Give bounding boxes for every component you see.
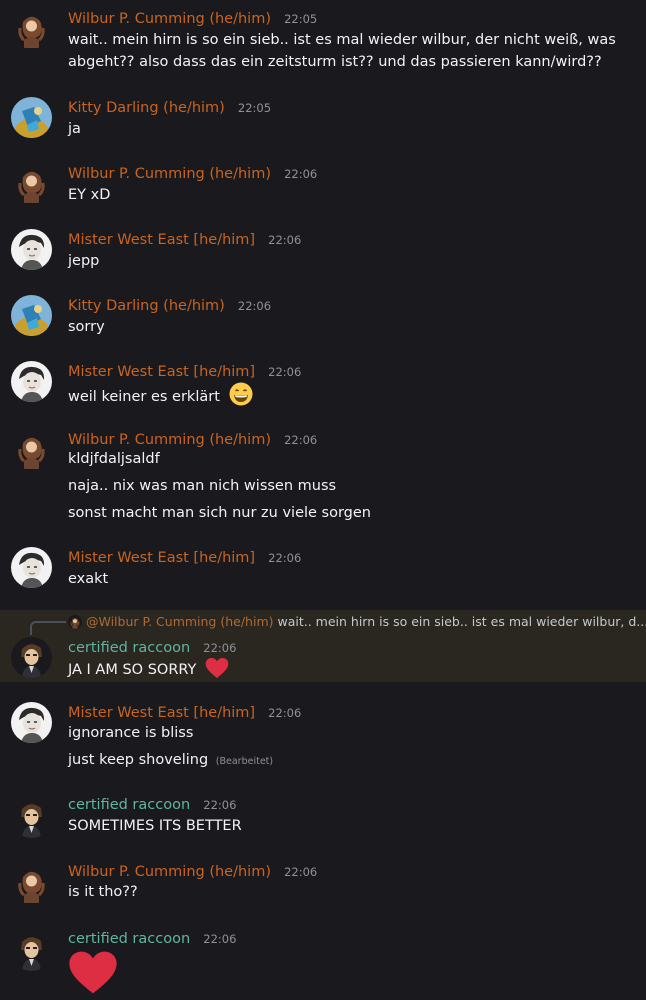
user-avatar[interactable]	[11, 97, 52, 138]
user-avatar[interactable]	[11, 8, 52, 49]
username[interactable]: Mister West East [he/him]	[68, 705, 255, 721]
edited-label: (Bearbeitet)	[215, 756, 274, 767]
username[interactable]: Wilbur P. Cumming (he/him)	[68, 11, 271, 27]
message-text: sorry	[68, 319, 105, 335]
timestamp: 22:06	[284, 865, 318, 879]
timestamp: 22:06	[203, 641, 237, 655]
timestamp: 22:06	[203, 798, 237, 812]
user-avatar[interactable]	[11, 229, 52, 270]
grinning-face-emoji	[229, 382, 253, 410]
user-avatar[interactable]	[11, 637, 52, 678]
chat-message[interactable]: certified raccoon 22:06	[0, 926, 646, 1000]
username[interactable]: Mister West East [he/him]	[68, 364, 255, 380]
chat-message[interactable]: Mister West East [he/him] 22:06 ignoranc…	[0, 682, 646, 790]
message-text: just keep shoveling	[68, 752, 209, 768]
message-text: JA I AM SO SORRY	[68, 662, 197, 678]
chat-message[interactable]: Mister West East [he/him] 22:06 exakt	[0, 540, 646, 610]
username[interactable]: Kitty Darling (he/him)	[68, 298, 225, 314]
username[interactable]: certified raccoon	[68, 931, 190, 947]
timestamp: 22:06	[237, 299, 272, 313]
chat-message[interactable]: Mister West East [he/him] 22:06 jepp	[0, 222, 646, 288]
user-avatar[interactable]	[11, 863, 52, 904]
timestamp: 22:05	[284, 12, 318, 26]
message-text: ignorance is bliss	[68, 725, 194, 741]
message-text: sonst macht man sich nur zu viele sorgen	[68, 505, 371, 521]
timestamp: 22:06	[268, 551, 302, 565]
user-avatar[interactable]	[11, 429, 52, 470]
chat-message[interactable]: Mister West East [he/him] 22:06 weil kei…	[0, 354, 646, 422]
reply-connector	[30, 621, 66, 635]
message-text: ja	[68, 121, 81, 137]
chat-message[interactable]: Wilbur P. Cumming (he/him) 22:06 is it t…	[0, 860, 646, 926]
message-text: jepp	[68, 253, 100, 269]
message-text: kldjfdaljsaldf	[68, 451, 160, 467]
message-text: is it tho??	[68, 884, 138, 900]
chat-message[interactable]: Kitty Darling (he/him) 22:05 ja	[0, 90, 646, 156]
user-avatar[interactable]	[11, 547, 52, 588]
reply-text: wait.. mein hirn is so ein sieb.. ist es…	[277, 614, 646, 629]
username[interactable]: Wilbur P. Cumming (he/him)	[68, 166, 271, 182]
chat-message[interactable]: Kitty Darling (he/him) 22:06 sorry	[0, 288, 646, 354]
reply-preview[interactable]: @Wilbur P. Cumming (he/him) wait.. mein …	[68, 614, 646, 629]
message-text: EY xD	[68, 187, 111, 203]
username[interactable]: Kitty Darling (he/him)	[68, 100, 225, 116]
timestamp: 22:06	[203, 932, 237, 946]
timestamp: 22:06	[268, 365, 302, 379]
reply-avatar	[68, 615, 82, 629]
user-avatar[interactable]	[11, 163, 52, 204]
message-text-row: just keep shoveling (Bearbeitet)	[68, 752, 273, 768]
message-text: wait.. mein hirn is so ein sieb.. ist es…	[68, 32, 616, 70]
user-avatar[interactable]	[11, 702, 52, 743]
timestamp: 22:06	[284, 433, 318, 447]
chat-message[interactable]: Wilbur P. Cumming (he/him) 22:06 EY xD	[0, 156, 646, 222]
message-text: exakt	[68, 571, 109, 587]
username[interactable]: certified raccoon	[68, 797, 190, 813]
red-heart-emoji	[205, 657, 229, 683]
message-text-row: weil keiner es erklärt	[68, 382, 253, 410]
username[interactable]: Mister West East [he/him]	[68, 232, 255, 248]
chat-message[interactable]: Wilbur P. Cumming (he/him) 22:05 wait.. …	[0, 0, 646, 90]
message-text: weil keiner es erklärt	[68, 389, 220, 405]
user-avatar[interactable]	[11, 295, 52, 336]
timestamp: 22:05	[237, 101, 272, 115]
username[interactable]: Wilbur P. Cumming (he/him)	[68, 432, 271, 448]
chat-message[interactable]: Wilbur P. Cumming (he/him) 22:06 kldjfda…	[0, 422, 646, 540]
timestamp: 22:06	[284, 167, 318, 181]
username[interactable]: Wilbur P. Cumming (he/him)	[68, 864, 271, 880]
user-avatar[interactable]	[11, 797, 52, 838]
user-avatar[interactable]	[11, 361, 52, 402]
chat-message[interactable]: certified raccoon 22:06 SOMETIMES ITS BE…	[0, 790, 646, 860]
username[interactable]: certified raccoon	[68, 640, 190, 656]
big-red-heart-emoji	[68, 950, 118, 999]
message-text: naja.. nix was man nich wissen muss	[68, 478, 337, 494]
message-text-row: JA I AM SO SORRY	[68, 657, 229, 683]
timestamp: 22:06	[268, 706, 302, 720]
reply-mention[interactable]: @Wilbur P. Cumming (he/him)	[86, 614, 274, 629]
message-text: SOMETIMES ITS BETTER	[68, 818, 242, 834]
user-avatar[interactable]	[11, 930, 52, 971]
username[interactable]: Mister West East [he/him]	[68, 550, 255, 566]
chat-message-reply[interactable]: @Wilbur P. Cumming (he/him) wait.. mein …	[0, 610, 646, 682]
timestamp: 22:06	[268, 233, 302, 247]
